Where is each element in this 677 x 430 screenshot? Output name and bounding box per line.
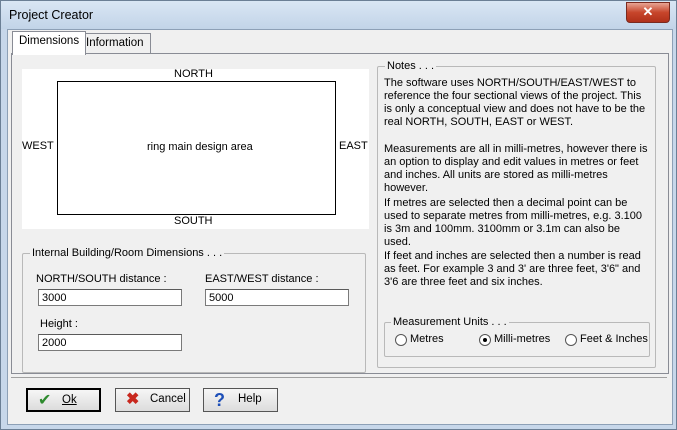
orientation-diagram: NORTH SOUTH WEST EAST ring main design a…	[22, 68, 369, 229]
measurement-units-group: Measurement Units . . . Metres Milli-met…	[384, 316, 650, 357]
tab-dimensions[interactable]: Dimensions	[12, 31, 87, 55]
design-area-box: ring main design area	[57, 81, 336, 215]
radio-metres[interactable]: Metres	[395, 333, 455, 347]
notes-legend: Notes . . .	[385, 60, 437, 72]
west-label: WEST	[22, 140, 54, 152]
project-creator-window: Project Creator ✕ Dimensions Information…	[0, 0, 677, 430]
help-label: Help	[238, 393, 262, 405]
check-icon: ✔	[38, 392, 52, 409]
ok-label: Ok	[62, 394, 77, 406]
height-label: Height :	[40, 318, 78, 330]
dimensions-legend: Internal Building/Room Dimensions . . .	[30, 247, 225, 259]
x-icon: ✖	[126, 391, 140, 408]
ns-distance-label: NORTH/SOUTH distance :	[36, 273, 167, 285]
radio-metres-indicator[interactable]	[395, 334, 407, 346]
height-input[interactable]: 2000	[38, 334, 182, 351]
window-title: Project Creator	[9, 8, 94, 22]
cancel-button[interactable]: ✖ Cancel	[115, 388, 190, 412]
ok-button[interactable]: ✔ Ok	[26, 388, 101, 412]
north-label: NORTH	[174, 68, 213, 80]
notes-paragraph-3: If metres are selected then a decimal po…	[384, 197, 642, 248]
radio-feet-inches[interactable]: Feet & Inches	[565, 333, 648, 347]
design-area-label: ring main design area	[147, 141, 253, 153]
east-label: EAST	[339, 140, 368, 152]
notes-paragraph-1: The software uses NORTH/SOUTH/EAST/WEST …	[384, 77, 646, 128]
radio-feet-inches-label[interactable]: Feet & Inches	[580, 333, 648, 345]
dimensions-panel: NORTH SOUTH WEST EAST ring main design a…	[11, 53, 669, 374]
dialog-body: Dimensions Information NORTH SOUTH WEST …	[7, 29, 673, 425]
radio-milli-metres-label[interactable]: Milli-metres	[494, 333, 550, 345]
ns-distance-input[interactable]: 3000	[38, 289, 182, 306]
radio-milli-metres[interactable]: Milli-metres	[479, 333, 559, 347]
notes-paragraph-2: Measurements are all in milli-metres, ho…	[384, 143, 648, 194]
radio-metres-label[interactable]: Metres	[410, 333, 444, 345]
notes-group: Notes . . . The software uses NORTH/SOUT…	[377, 60, 656, 368]
radio-feet-inches-indicator[interactable]	[565, 334, 577, 346]
cancel-label: Cancel	[150, 393, 186, 405]
button-bar: ✔ Ok ✖ Cancel ? Help	[11, 377, 667, 422]
notes-paragraph-4: If feet and inches are selected then a n…	[384, 250, 641, 288]
close-button[interactable]: ✕	[626, 2, 670, 23]
radio-milli-metres-indicator[interactable]	[479, 334, 491, 346]
ew-distance-input[interactable]: 5000	[205, 289, 349, 306]
south-label: SOUTH	[174, 215, 213, 227]
question-icon: ?	[214, 390, 225, 410]
ew-distance-label: EAST/WEST distance :	[205, 273, 319, 285]
help-button[interactable]: ? Help	[203, 388, 278, 412]
dimensions-group: Internal Building/Room Dimensions . . . …	[22, 247, 366, 373]
tab-information[interactable]: Information	[79, 33, 151, 54]
title-bar[interactable]: Project Creator ✕	[1, 1, 676, 29]
measurement-units-legend: Measurement Units . . .	[391, 316, 509, 328]
